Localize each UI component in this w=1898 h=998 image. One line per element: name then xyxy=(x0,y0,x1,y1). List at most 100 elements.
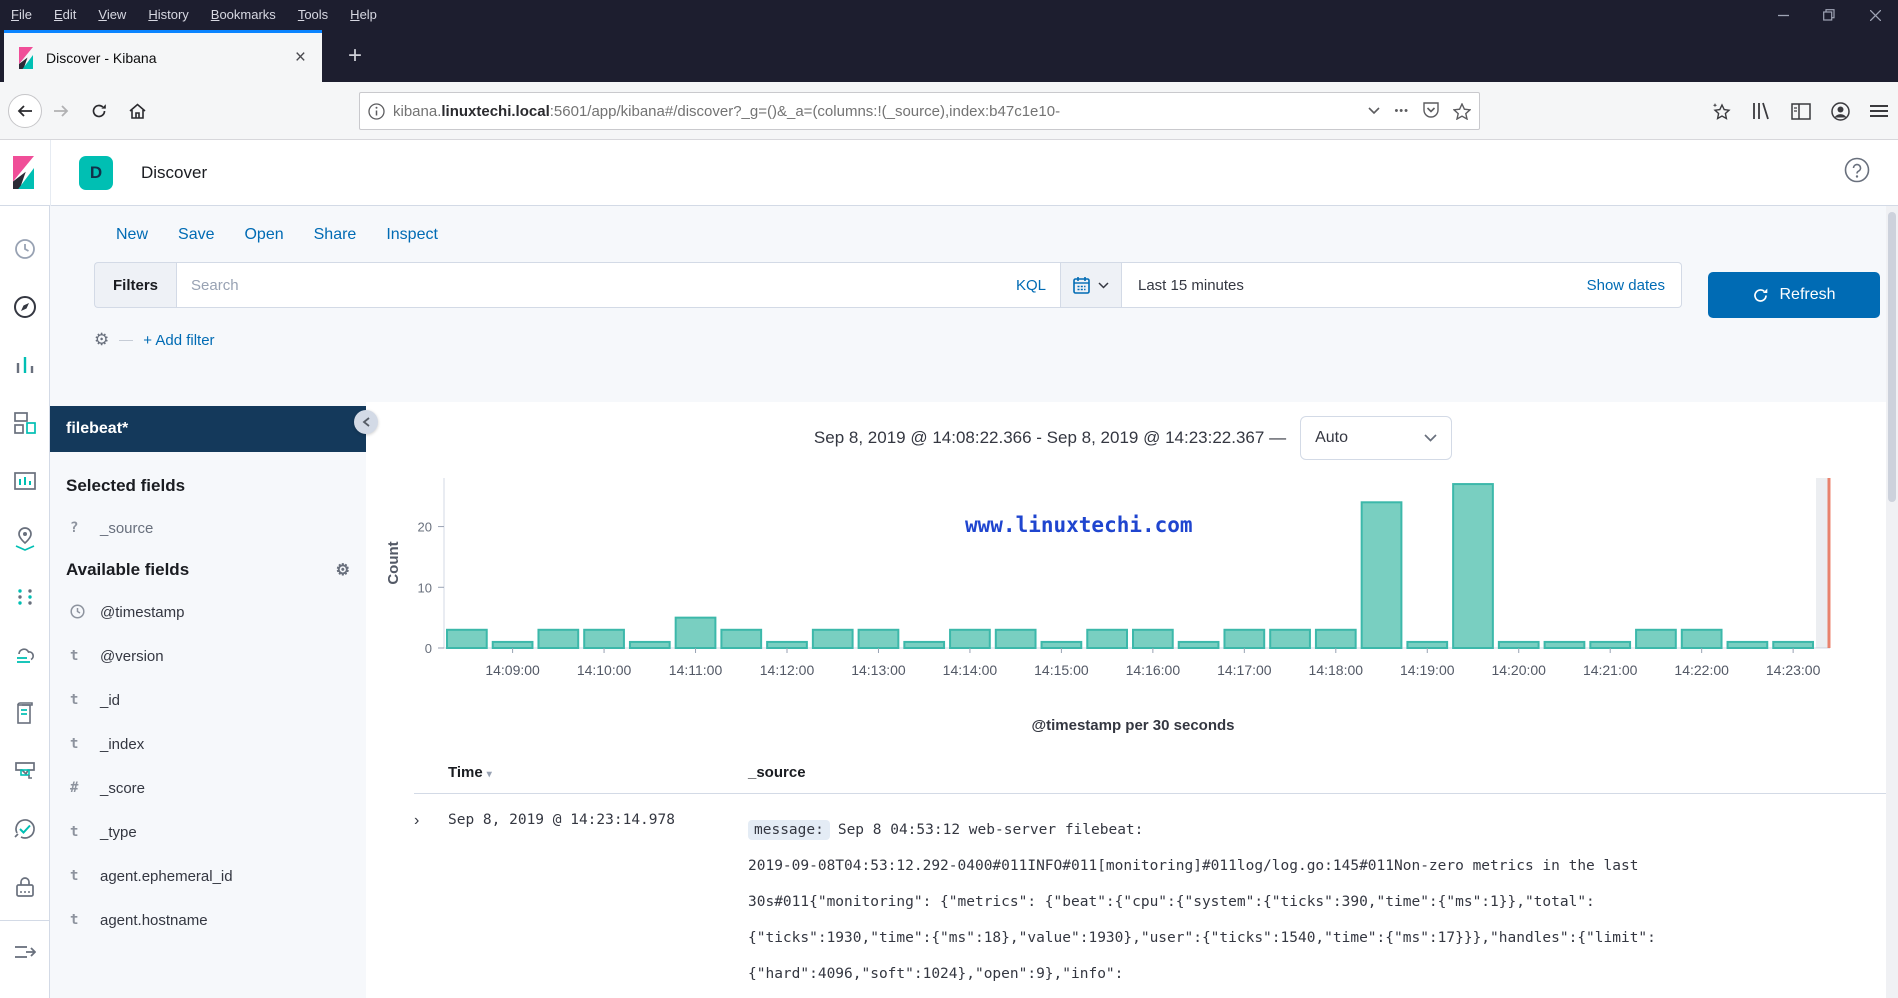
menu-hamburger-icon[interactable] xyxy=(1870,104,1888,118)
message-field-badge: message: xyxy=(748,820,830,840)
index-pattern-select[interactable]: filebeat* xyxy=(50,406,366,452)
add-filter-link[interactable]: + Add filter xyxy=(143,332,214,349)
field-settings-gear-icon[interactable]: ⚙ xyxy=(336,560,350,580)
open-link[interactable]: Open xyxy=(244,226,283,244)
selected-fields-heading: Selected fields xyxy=(66,466,350,506)
menu-view[interactable]: View xyxy=(87,0,137,30)
space-badge[interactable]: D xyxy=(79,156,113,190)
back-button[interactable] xyxy=(8,94,42,128)
histogram-header: Sep 8, 2019 @ 14:08:22.366 - Sep 8, 2019… xyxy=(380,416,1886,460)
logs-app-icon[interactable] xyxy=(0,626,50,684)
field-item-type[interactable]: t _type xyxy=(66,810,350,854)
account-icon[interactable] xyxy=(1831,102,1850,121)
menu-bookmarks[interactable]: Bookmarks xyxy=(200,0,287,30)
kibana-logo[interactable] xyxy=(0,156,50,189)
maps-app-icon[interactable] xyxy=(0,510,50,568)
window-close-icon[interactable] xyxy=(1852,0,1898,30)
field-item-agent-ephemeral-id[interactable]: t agent.ephemeral_id xyxy=(66,854,350,898)
scrollbar-thumb[interactable] xyxy=(1888,212,1896,502)
reload-button[interactable] xyxy=(80,92,118,130)
page-actions-icon[interactable]: ••• xyxy=(1394,105,1409,117)
field-item-timestamp[interactable]: @timestamp xyxy=(66,590,350,634)
tab-discover-kibana[interactable]: Discover - Kibana × xyxy=(4,30,322,82)
url-bar[interactable]: kibana.linuxtechi.local:5601/app/kibana#… xyxy=(359,92,1480,130)
table-header: Time▾ _source xyxy=(414,764,1886,794)
page-scrollbar[interactable] xyxy=(1886,206,1898,998)
dev-tools-app-icon[interactable] xyxy=(0,800,50,858)
canvas-app-icon[interactable] xyxy=(0,452,50,510)
sidebars-icon[interactable] xyxy=(1791,103,1811,120)
histogram-chart[interactable]: 0102014:09:0014:10:0014:11:0014:12:0014:… xyxy=(380,470,1886,715)
save-link[interactable]: Save xyxy=(178,226,214,244)
svg-text:14:10:00: 14:10:00 xyxy=(577,662,632,678)
time-range-input[interactable]: Last 15 minutes Show dates xyxy=(1122,262,1682,308)
new-link[interactable]: New xyxy=(116,226,148,244)
collapse-nav-icon[interactable] xyxy=(0,920,50,978)
window-restore-icon[interactable] xyxy=(1806,0,1852,30)
site-info-icon[interactable] xyxy=(368,103,385,120)
expand-row-icon[interactable]: › xyxy=(414,812,448,992)
query-bar: Filters Search KQL Last 15 minutes Show … xyxy=(94,262,1682,308)
library-icon[interactable] xyxy=(1751,102,1771,120)
number-type-icon: # xyxy=(70,780,100,796)
chevron-down-icon xyxy=(1424,434,1437,442)
svg-text:14:15:00: 14:15:00 xyxy=(1034,662,1089,678)
bookmark-star-icon[interactable] xyxy=(1453,103,1471,120)
kql-toggle[interactable]: KQL xyxy=(1016,277,1046,294)
kibana-body: New Save Open Share Inspect Filters Sear… xyxy=(50,206,1898,998)
new-tab-button[interactable]: + xyxy=(338,40,372,72)
menu-history[interactable]: History xyxy=(137,0,199,30)
interval-select[interactable]: Auto xyxy=(1300,416,1452,460)
top-toolbar-strip: New Save Open Share Inspect Filters Sear… xyxy=(50,206,1898,356)
kibana-app-rail xyxy=(0,206,50,998)
time-column-header[interactable]: Time▾ xyxy=(448,764,748,781)
menu-help[interactable]: Help xyxy=(339,0,388,30)
discover-toolbar: New Save Open Share Inspect xyxy=(116,226,1858,244)
svg-text:14:13:00: 14:13:00 xyxy=(851,662,906,678)
table-row: › Sep 8, 2019 @ 14:23:14.978 message:Sep… xyxy=(414,794,1886,992)
svg-text:www.linuxtechi.com: www.linuxtechi.com xyxy=(965,513,1193,537)
filters-button[interactable]: Filters xyxy=(94,262,176,308)
field-item-source[interactable]: ? _source xyxy=(66,506,350,550)
svg-text:14:16:00: 14:16:00 xyxy=(1126,662,1181,678)
field-item-agent-hostname[interactable]: t agent.hostname xyxy=(66,898,350,942)
svg-text:14:21:00: 14:21:00 xyxy=(1583,662,1638,678)
star-sparkle-icon[interactable] xyxy=(1712,102,1731,120)
show-dates-link[interactable]: Show dates xyxy=(1587,277,1665,294)
field-item-score[interactable]: # _score xyxy=(66,766,350,810)
firefox-window: File Edit View History Bookmarks Tools H… xyxy=(0,0,1898,998)
filter-gear-icon[interactable]: ⚙ xyxy=(94,330,109,350)
recently-viewed-icon[interactable] xyxy=(0,220,50,278)
share-link[interactable]: Share xyxy=(314,226,357,244)
window-minimize-icon[interactable] xyxy=(1760,0,1806,30)
field-item-index[interactable]: t _index xyxy=(66,722,350,766)
help-icon[interactable] xyxy=(1844,157,1870,188)
pocket-icon[interactable] xyxy=(1423,102,1439,120)
home-button[interactable] xyxy=(118,92,156,130)
siem-app-icon[interactable] xyxy=(0,742,50,800)
url-dropdown-chevron-icon[interactable] xyxy=(1368,107,1380,115)
visualize-app-icon[interactable] xyxy=(0,336,50,394)
datepicker-quick-button[interactable] xyxy=(1061,262,1122,308)
svg-text:Count: Count xyxy=(385,541,402,584)
search-input[interactable]: Search KQL xyxy=(176,262,1061,308)
refresh-button[interactable]: Refresh xyxy=(1708,272,1880,318)
menu-tools[interactable]: Tools xyxy=(287,0,339,30)
collapse-sidebar-icon[interactable] xyxy=(354,410,378,434)
menu-edit[interactable]: Edit xyxy=(43,0,87,30)
string-type-icon: t xyxy=(70,736,100,752)
ml-app-icon[interactable] xyxy=(0,568,50,626)
tab-close-icon[interactable]: × xyxy=(289,47,312,69)
forward-button[interactable] xyxy=(42,92,80,130)
string-type-icon: t xyxy=(70,692,100,708)
inspect-link[interactable]: Inspect xyxy=(386,226,438,244)
field-item-id[interactable]: t _id xyxy=(66,678,350,722)
dashboard-app-icon[interactable] xyxy=(0,394,50,452)
kibana-header: D Discover xyxy=(0,140,1898,206)
discover-app-icon[interactable] xyxy=(0,278,50,336)
menu-file[interactable]: File xyxy=(0,0,43,30)
string-type-icon: t xyxy=(70,824,100,840)
uptime-app-icon[interactable] xyxy=(0,684,50,742)
field-item-version[interactable]: t @version xyxy=(66,634,350,678)
security-lock-icon[interactable] xyxy=(0,858,50,916)
